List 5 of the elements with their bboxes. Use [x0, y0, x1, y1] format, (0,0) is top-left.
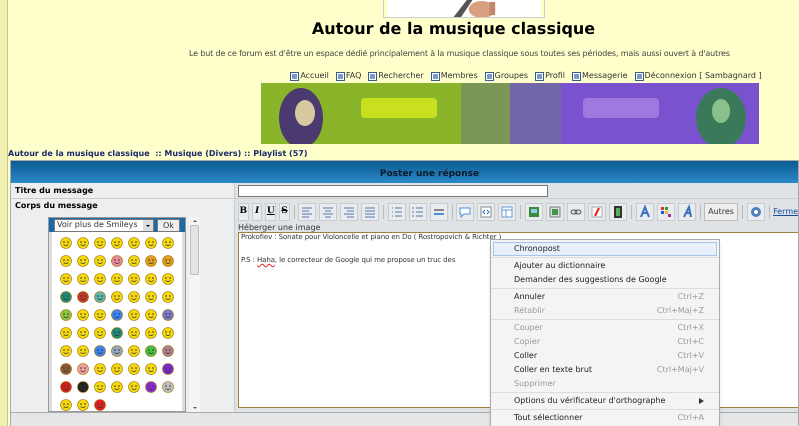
site-description: Le but de ce forum est d'être un espace dédié principalement à la musique classique sous toutes ses périodes, mais aussi ouvert à d'autres [188, 48, 731, 60]
field-label: Corps du message [14, 200, 99, 212]
field-label: Titre du message [11, 183, 235, 198]
site-title: Autour de la musique classique [310, 18, 596, 40]
form-header: Poster une réponse [11, 161, 798, 183]
